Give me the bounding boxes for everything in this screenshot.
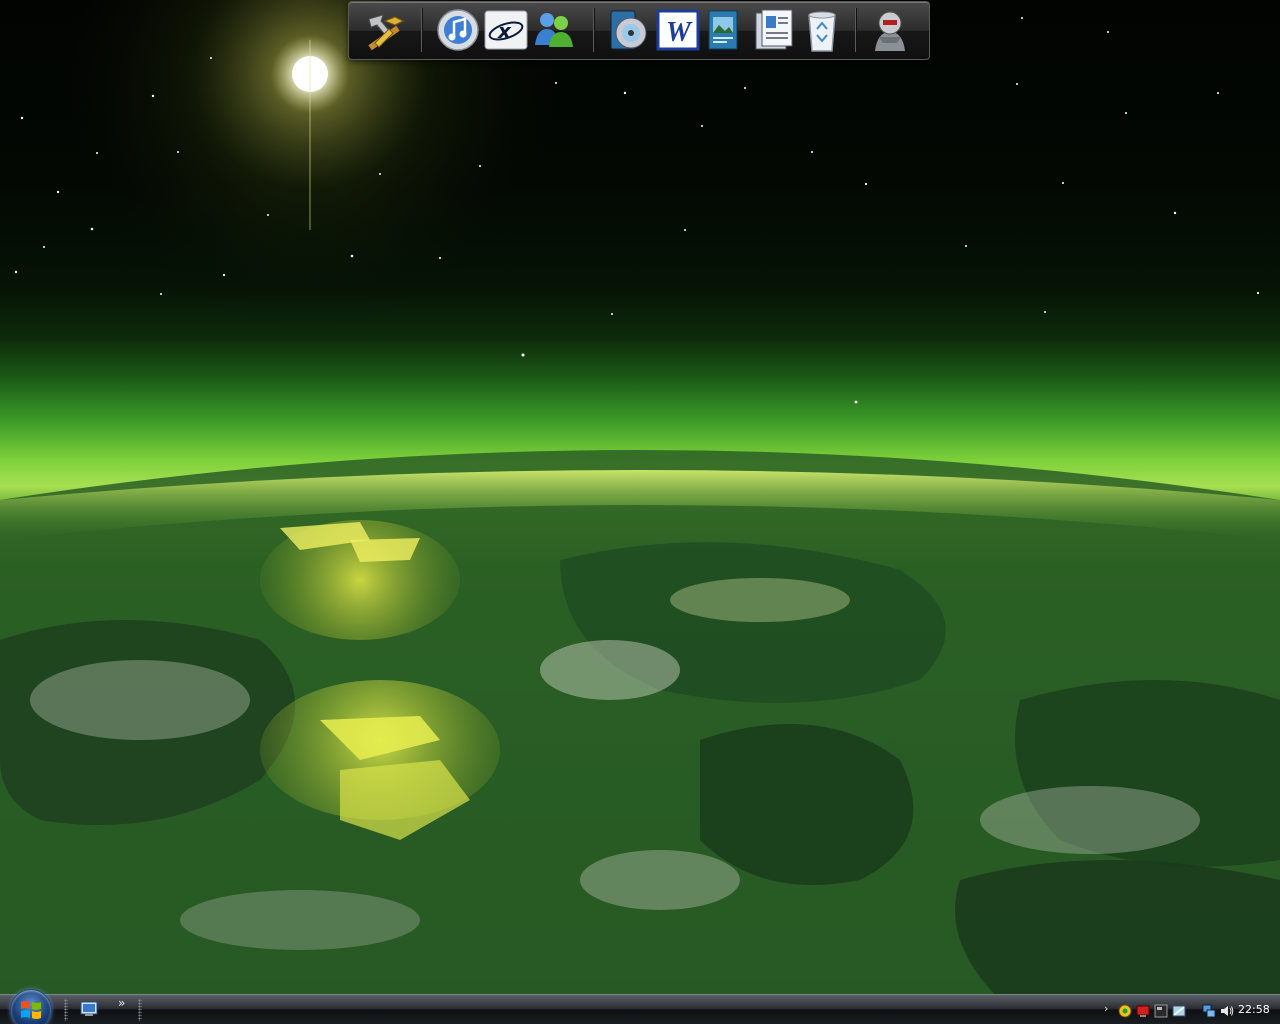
media-player-icon[interactable] xyxy=(605,7,651,53)
recycle-bin-icon[interactable] xyxy=(799,7,845,53)
tray-expand-button[interactable]: › xyxy=(1104,1002,1108,1015)
desktop: x W » › 22:58 xyxy=(0,0,1280,1024)
monitor-icon[interactable] xyxy=(1154,1003,1168,1018)
toolbar-grip[interactable] xyxy=(64,999,68,1021)
start-button[interactable] xyxy=(10,989,52,1024)
network-status-icon[interactable] xyxy=(1118,1003,1132,1018)
volume-icon[interactable] xyxy=(1220,1003,1234,1017)
picture-viewer-icon[interactable] xyxy=(703,7,749,53)
documents-icon[interactable] xyxy=(751,7,797,53)
clock[interactable]: 22:58 xyxy=(1238,1003,1270,1016)
messenger-icon[interactable] xyxy=(531,7,577,53)
svg-text:W: W xyxy=(666,17,693,48)
network-icon[interactable] xyxy=(1202,1003,1216,1018)
system-tray: › 22:58 xyxy=(1098,995,1280,1024)
quick-launch-chevron[interactable]: » xyxy=(118,996,125,1010)
taskbar: » › 22:58 xyxy=(0,989,1280,1024)
toolbar-grip[interactable] xyxy=(138,999,142,1021)
wallpaper xyxy=(0,0,1280,1024)
tools-icon[interactable] xyxy=(361,7,407,53)
word-icon[interactable]: W xyxy=(655,7,701,53)
robot-avatar-icon[interactable] xyxy=(867,7,913,53)
windows-logo-icon xyxy=(21,1001,41,1019)
show-desktop-icon[interactable] xyxy=(80,1001,98,1017)
itunes-icon[interactable] xyxy=(435,7,481,53)
antivirus-icon[interactable] xyxy=(1136,1003,1150,1017)
display-icon[interactable] xyxy=(1172,1003,1186,1017)
dock: x W xyxy=(348,1,930,60)
svg-text:x: x xyxy=(497,19,512,43)
xfire-icon[interactable]: x xyxy=(483,7,529,53)
